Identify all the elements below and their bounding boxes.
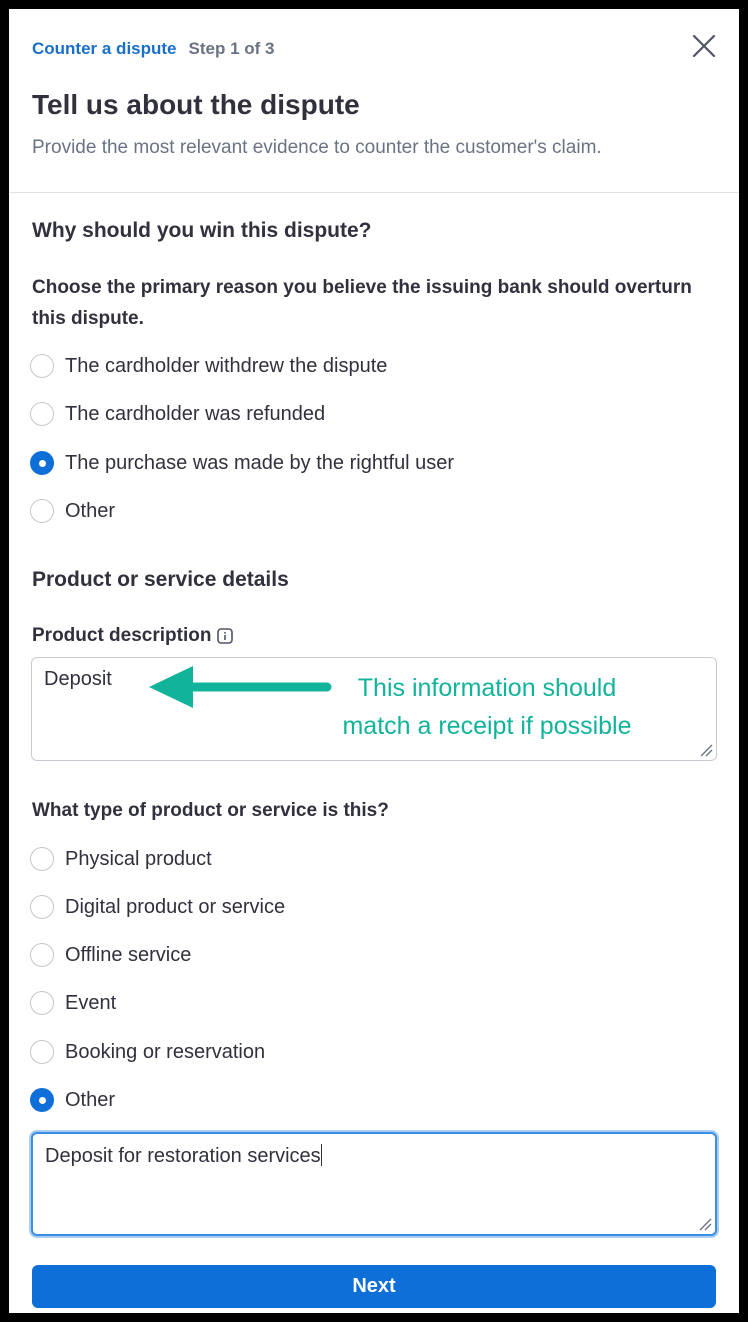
annotation-line-1: This information should	[357, 674, 617, 702]
product-description-label-text: Product description	[32, 625, 212, 646]
radio-offline-service[interactable]: Offline service	[30, 940, 191, 970]
radio-label: Booking or reservation	[65, 1040, 266, 1063]
radio-button[interactable]	[30, 402, 54, 426]
radio-button[interactable]	[30, 991, 54, 1015]
radio-physical-product[interactable]: Physical product	[30, 844, 212, 874]
product-description-label: Product description	[32, 625, 234, 647]
text-caret	[320, 1144, 323, 1166]
dispute-dialog: Counter a dispute Step 1 of 3 Tell us ab…	[9, 9, 739, 1313]
radio-label: Other	[65, 1088, 116, 1111]
radio-label: Other	[65, 499, 116, 522]
radio-button-checked[interactable]	[30, 451, 54, 475]
radio-label: The cardholder withdrew the dispute	[65, 354, 388, 377]
radio-label: Event	[65, 991, 117, 1014]
radio-button[interactable]	[30, 895, 54, 919]
radio-rightful-user[interactable]: The purchase was made by the rightful us…	[30, 448, 454, 478]
radio-booking[interactable]: Booking or reservation	[30, 1037, 265, 1067]
page-title: Tell us about the dispute	[32, 89, 360, 120]
radio-button-checked[interactable]	[30, 1088, 54, 1112]
radio-button[interactable]	[30, 943, 54, 967]
close-icon	[692, 34, 716, 58]
other-type-field[interactable]: Deposit for restoration services	[31, 1132, 717, 1236]
radio-label: The purchase was made by the rightful us…	[65, 451, 455, 474]
radio-label: The cardholder was refunded	[65, 402, 326, 425]
radio-button[interactable]	[30, 847, 54, 871]
radio-other-type[interactable]: Other	[30, 1085, 115, 1115]
arrow-annotation-icon	[149, 666, 332, 708]
resize-grip-icon[interactable]	[698, 1217, 712, 1231]
radio-label: Physical product	[65, 847, 212, 870]
radio-event[interactable]: Event	[30, 988, 116, 1018]
page-subtitle: Provide the most relevant evidence to co…	[32, 137, 602, 158]
radio-label: Digital product or service	[65, 895, 286, 918]
radio-button[interactable]	[30, 354, 54, 378]
radio-digital-product[interactable]: Digital product or service	[30, 892, 285, 922]
radio-refunded[interactable]: The cardholder was refunded	[30, 399, 325, 429]
product-description-value: Deposit	[44, 668, 112, 690]
product-type-question: What type of product or service is this?	[32, 800, 389, 821]
next-button[interactable]: Next	[32, 1265, 716, 1308]
radio-other-reason[interactable]: Other	[30, 496, 115, 526]
radio-button[interactable]	[30, 499, 54, 523]
info-icon[interactable]	[217, 628, 234, 644]
product-section-title: Product or service details	[32, 568, 289, 591]
radio-withdrew[interactable]: The cardholder withdrew the dispute	[30, 351, 387, 381]
annotation-line-2: match a receipt if possible	[342, 712, 632, 740]
win-section-title: Why should you win this dispute?	[32, 219, 372, 242]
win-reason-question: Choose the primary reason you believe th…	[32, 277, 692, 329]
close-button[interactable]	[691, 33, 717, 59]
other-type-value: Deposit for restoration services	[45, 1145, 321, 1167]
radio-label: Offline service	[65, 943, 192, 966]
resize-grip-icon[interactable]	[699, 743, 713, 757]
breadcrumb: Counter a dispute Step 1 of 3	[32, 39, 274, 59]
breadcrumb-link[interactable]: Counter a dispute	[32, 39, 177, 59]
step-indicator: Step 1 of 3	[188, 39, 275, 58]
radio-button[interactable]	[30, 1040, 54, 1064]
dialog-header: Counter a dispute Step 1 of 3 Tell us ab…	[9, 9, 739, 193]
